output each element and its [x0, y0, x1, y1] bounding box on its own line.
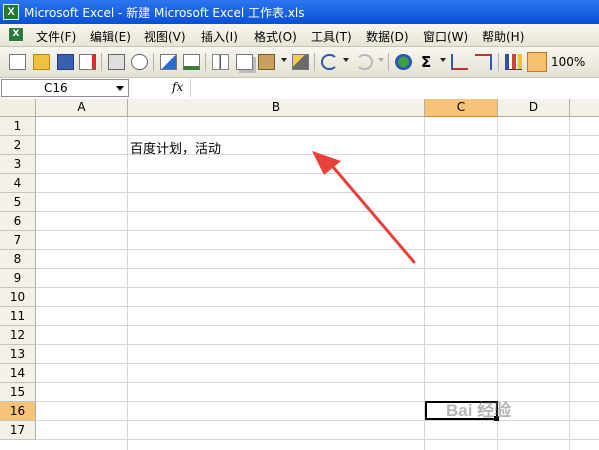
research-icon[interactable] [183, 54, 200, 70]
toolbar-separator [388, 53, 389, 71]
excel-app-icon[interactable]: X [3, 4, 19, 20]
print-preview-icon[interactable] [131, 54, 148, 70]
toolbar-separator [153, 53, 154, 71]
menu-window[interactable]: 窗口(W) [423, 28, 468, 45]
paste-dropdown-icon[interactable] [281, 58, 287, 62]
menu-data[interactable]: 数据(D) [366, 28, 409, 45]
drawing-icon[interactable] [527, 52, 547, 72]
undo-icon[interactable] [321, 54, 338, 70]
formula-input[interactable] [190, 79, 599, 97]
new-document-icon[interactable] [9, 54, 26, 70]
name-box[interactable]: C16 [1, 79, 129, 97]
toolbar-separator [205, 53, 206, 71]
paste-icon[interactable] [258, 54, 275, 70]
copy-icon[interactable] [236, 54, 253, 70]
cut-icon[interactable] [212, 54, 229, 70]
print-icon[interactable] [108, 54, 125, 70]
formula-bar: C16 fx [0, 78, 599, 100]
toolbar-separator [498, 53, 499, 71]
menu-insert[interactable]: 插入(I) [201, 28, 238, 45]
menu-file[interactable]: 文件(F) [36, 28, 76, 45]
autosum-dropdown-icon[interactable] [440, 58, 446, 62]
sort-descending-icon[interactable] [475, 54, 492, 70]
title-bar: X Microsoft Excel - 新建 Microsoft Excel 工… [0, 0, 599, 24]
menu-edit[interactable]: 编辑(E) [90, 28, 131, 45]
format-painter-icon[interactable] [292, 54, 309, 70]
insert-function-icon[interactable]: fx [172, 80, 183, 94]
redo-icon[interactable] [356, 54, 373, 70]
zoom-level[interactable]: 100% [551, 55, 585, 69]
redo-dropdown-icon[interactable] [378, 58, 384, 62]
undo-dropdown-icon[interactable] [343, 58, 349, 62]
chart-wizard-icon[interactable] [505, 54, 522, 70]
menu-view[interactable]: 视图(V) [144, 28, 186, 45]
menu-bar: X 文件(F) 编辑(E) 视图(V) 插入(I) 格式(O) 工具(T) 数据… [0, 24, 599, 47]
workbook-icon[interactable]: X [8, 27, 24, 42]
toolbar-separator [314, 53, 315, 71]
sort-ascending-icon[interactable] [451, 54, 468, 70]
standard-toolbar: Σ 100% [0, 47, 599, 78]
chevron-down-icon[interactable] [116, 86, 124, 91]
hyperlink-icon[interactable] [395, 54, 412, 70]
menu-format[interactable]: 格式(O) [254, 28, 297, 45]
menu-help[interactable]: 帮助(H) [482, 28, 524, 45]
toolbar-separator [101, 53, 102, 71]
window-title: Microsoft Excel - 新建 Microsoft Excel 工作表… [24, 6, 305, 20]
menu-tools[interactable]: 工具(T) [311, 28, 352, 45]
open-folder-icon[interactable] [33, 54, 50, 70]
name-box-value: C16 [44, 81, 68, 95]
save-icon[interactable] [57, 54, 74, 70]
autosum-icon[interactable]: Σ [421, 53, 438, 71]
spelling-icon[interactable] [160, 54, 177, 70]
baidu-watermark: Bai 经验 [446, 401, 512, 420]
permission-icon[interactable] [79, 54, 96, 70]
